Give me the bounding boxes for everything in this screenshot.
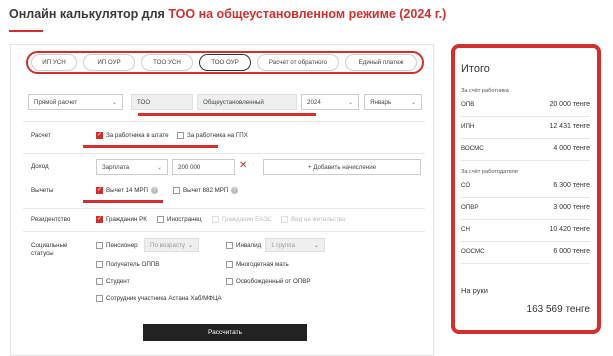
summary-row: СН 10 420 тенге: [461, 226, 590, 233]
divider: [461, 197, 590, 198]
tab-ip-our[interactable]: ИП ОУР: [83, 54, 135, 71]
residency-permit-checkbox[interactable]: [281, 216, 288, 223]
employee-heading: За счёт работника: [461, 88, 509, 94]
staff-checkbox[interactable]: [96, 131, 103, 139]
take-home-label: На руки: [461, 286, 488, 295]
tab-reverse-calc[interactable]: Расчет от обратного: [257, 54, 339, 71]
astana-hub-label: Сотрудник участника Астана Хаб/МФЦА: [106, 295, 222, 302]
large-family-checkbox[interactable]: [226, 261, 233, 268]
highlight-underline: [138, 113, 316, 116]
tab-ip-usn[interactable]: ИП УСН: [31, 54, 77, 71]
chevron-down-icon: ⌄: [313, 243, 319, 249]
info-icon[interactable]: ?: [231, 187, 238, 194]
chevron-down-icon: ⌄: [410, 100, 416, 106]
summary-row: СО 6 300 тенге: [461, 182, 590, 189]
divider: [23, 121, 425, 122]
summary-row: ОПВ 20 000 тенге: [461, 101, 590, 108]
residency-eaeu-label: Гражданин ЕАЭС: [222, 216, 273, 223]
gph-label: За работника на ГПХ: [187, 132, 248, 139]
disability-group-select[interactable]: 1 группа ⌄: [265, 238, 325, 252]
calculate-button[interactable]: Рассчитать: [143, 324, 307, 341]
gph-checkbox[interactable]: [177, 132, 184, 139]
title-accent: ТОО на общеустановленном режиме (2024 г.…: [168, 7, 447, 21]
oppv-label: Получатель ОППВ: [106, 261, 160, 268]
highlight-underline: [83, 145, 218, 148]
oppv-checkbox[interactable]: [96, 261, 103, 268]
deduction-14-checkbox[interactable]: [96, 186, 103, 194]
exempt-opvr-checkbox[interactable]: [226, 278, 233, 285]
pension-type-select[interactable]: По возрасту ⌄: [144, 238, 199, 252]
large-family-label: Многодетная мать: [236, 261, 289, 268]
income-type-select[interactable]: Зарплата ⌄: [96, 159, 168, 175]
add-income-button[interactable]: + Добавить начисление: [263, 159, 421, 175]
divider: [461, 116, 590, 117]
calculation-label: Расчет: [31, 132, 51, 139]
employer-heading: За счёт работодателя: [461, 169, 518, 175]
residency-citizen-checkbox[interactable]: [96, 215, 103, 223]
tab-too-usn[interactable]: ТОО УСН: [141, 54, 193, 71]
residency-citizen-label: Гражданин РК: [106, 216, 147, 223]
divider: [23, 208, 425, 209]
pensioner-label: Пенсионер: [106, 242, 138, 249]
residency-permit-label: Вид на жительство: [291, 216, 346, 223]
divider: [23, 153, 425, 154]
disabled-checkbox[interactable]: [226, 242, 233, 249]
income-amount-input[interactable]: 200 000: [172, 159, 235, 175]
pensioner-checkbox[interactable]: [96, 242, 103, 249]
page-title: Онлайн калькулятор для ТОО на общеустано…: [9, 7, 446, 21]
deduction-14-label: Вычет 14 МРП: [106, 187, 148, 194]
residency-foreigner-checkbox[interactable]: [157, 216, 164, 223]
divider: [461, 263, 590, 264]
deduction-882-checkbox[interactable]: [173, 187, 180, 194]
month-select[interactable]: Январь ⌄: [364, 94, 422, 110]
title-plain: Онлайн калькулятор для: [9, 7, 169, 21]
divider: [461, 138, 590, 139]
tab-too-our[interactable]: ТОО ОУР: [199, 54, 251, 71]
exempt-opvr-label: Освобожденный от ОПВР: [236, 278, 311, 285]
deduction-882-label: Вычет 882 МРП: [183, 187, 229, 194]
title-underline: [9, 30, 43, 32]
chevron-down-icon: ⌄: [347, 100, 353, 106]
social-label-line1: Социальные: [31, 242, 68, 249]
residency-foreigner-label: Иностранец: [167, 216, 202, 223]
disabled-label: Инвалид: [236, 242, 262, 249]
student-label: Студент: [106, 278, 130, 285]
summary-row: ООСМС 6 000 тенге: [461, 248, 590, 255]
divider: [461, 219, 590, 220]
summary-row: ОПВР 3 000 тенге: [461, 204, 590, 211]
take-home-value: 163 569 тенге: [526, 304, 590, 315]
divider: [461, 241, 590, 242]
divider: [461, 160, 590, 161]
chevron-down-icon: ⌄: [111, 100, 117, 106]
divider: [23, 231, 425, 232]
income-label: Доход: [31, 163, 49, 170]
deductions-label: Вычеты: [31, 187, 54, 194]
chevron-down-icon: ⌄: [156, 165, 162, 171]
residency-label: Резидентство: [31, 216, 71, 223]
highlight-underline: [83, 200, 163, 203]
summary-title: Итого: [461, 63, 490, 75]
residency-eaeu-checkbox[interactable]: [212, 216, 219, 223]
remove-income-icon[interactable]: ✕: [239, 160, 247, 171]
info-icon[interactable]: ?: [151, 187, 158, 194]
calculator-form: ИП УСН ИП ОУР ТОО УСН ТОО ОУР Расчет от …: [10, 44, 434, 356]
year-select[interactable]: 2024 ⌄: [301, 94, 359, 110]
chevron-down-icon: ⌄: [187, 243, 193, 249]
staff-label: За работника в штате: [106, 132, 169, 139]
tab-single-payment[interactable]: Единый платеж: [345, 54, 417, 71]
regime-field: Общеустановленный: [197, 94, 297, 110]
social-label-line2: статусы: [31, 250, 54, 257]
summary-panel: Итого За счёт работника ОПВ 20 000 тенге …: [451, 44, 601, 334]
astana-hub-checkbox[interactable]: [96, 295, 103, 302]
calc-type-select[interactable]: Прямой расчет ⌄: [28, 94, 123, 110]
summary-row: ВОСМС 4 000 тенге: [461, 145, 590, 152]
student-checkbox[interactable]: [96, 278, 103, 285]
summary-row: ИПН 12 431 тенге: [461, 123, 590, 130]
entity-field: ТОО: [131, 94, 193, 110]
